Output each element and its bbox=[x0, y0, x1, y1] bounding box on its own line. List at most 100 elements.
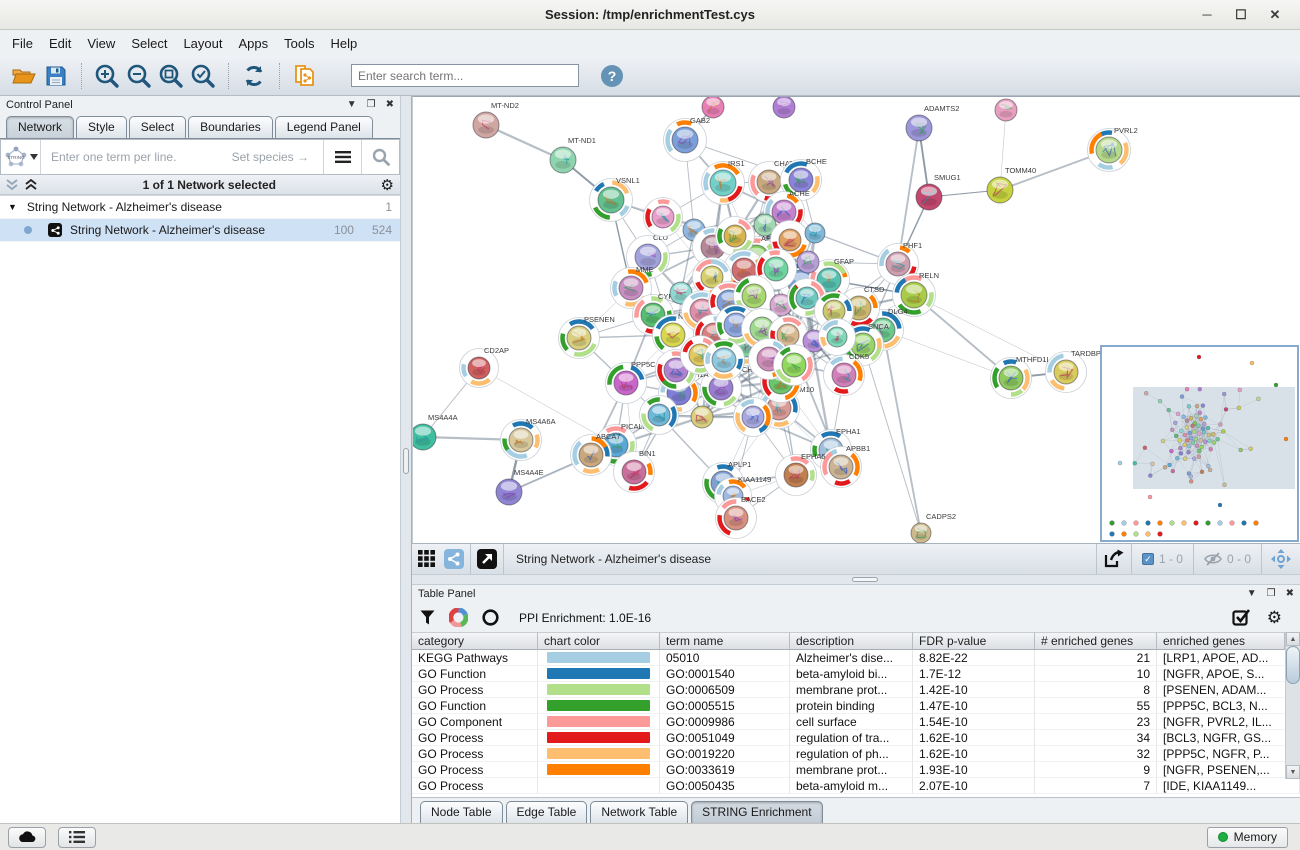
scrollbar-thumb[interactable] bbox=[1286, 646, 1300, 684]
enrichment-chart-icon[interactable] bbox=[449, 608, 468, 627]
string-protein-query-selector[interactable]: STRING bbox=[1, 140, 41, 174]
maximize-button[interactable]: ☐ bbox=[1224, 0, 1258, 30]
network-node[interactable]: MS4A6A bbox=[501, 417, 556, 461]
string-share-icon[interactable] bbox=[444, 549, 464, 569]
table-row[interactable]: GO ProcessGO:0019220regulation of ph...1… bbox=[412, 746, 1300, 762]
memory-button[interactable]: Memory bbox=[1207, 827, 1288, 848]
task-history-button[interactable] bbox=[58, 827, 96, 848]
minimize-button[interactable]: ─ bbox=[1190, 0, 1224, 30]
tab-node-table[interactable]: Node Table bbox=[420, 801, 503, 823]
network-node[interactable] bbox=[819, 319, 856, 356]
table-row[interactable]: GO ProcessGO:0050435beta-amyloid m...2.0… bbox=[412, 778, 1300, 794]
grid-view-icon[interactable] bbox=[418, 550, 436, 568]
network-node[interactable] bbox=[797, 251, 819, 273]
select-columns-icon[interactable] bbox=[1232, 608, 1251, 627]
network-node[interactable]: MT-ND1 bbox=[550, 136, 596, 173]
column-header-enriched-genes[interactable]: # enriched genes bbox=[1035, 632, 1157, 650]
scroll-up-arrow[interactable]: ▲ bbox=[1286, 632, 1300, 646]
splitter-handle[interactable] bbox=[852, 577, 878, 582]
network-row[interactable]: String Network - Alzheimer's disease 100… bbox=[0, 219, 400, 242]
network-node[interactable] bbox=[691, 406, 713, 428]
column-header-description[interactable]: description bbox=[790, 632, 913, 650]
panel-restore-icon[interactable]: ❒ bbox=[367, 100, 376, 110]
menu-tools[interactable]: Tools bbox=[276, 33, 322, 54]
network-birds-eye-view[interactable] bbox=[1100, 345, 1299, 542]
tree-expand-caret[interactable]: ▼ bbox=[8, 202, 17, 212]
save-session-button[interactable] bbox=[41, 61, 71, 91]
tab-edge-table[interactable]: Edge Table bbox=[506, 801, 588, 823]
table-row[interactable]: GO ProcessGO:0051049regulation of tra...… bbox=[412, 730, 1300, 746]
network-node[interactable] bbox=[640, 396, 679, 435]
tab-string-enrichment[interactable]: STRING Enrichment bbox=[691, 801, 822, 823]
tab-style[interactable]: Style bbox=[76, 116, 127, 138]
column-header-term-name[interactable]: term name bbox=[660, 632, 790, 650]
zoom-in-button[interactable] bbox=[92, 61, 122, 91]
automation-status-button[interactable] bbox=[8, 827, 46, 848]
network-node[interactable] bbox=[704, 340, 745, 381]
network-node[interactable]: MTHFD1L bbox=[991, 355, 1051, 399]
network-node[interactable]: CD2AP bbox=[460, 346, 510, 388]
tab-legend-panel[interactable]: Legend Panel bbox=[275, 116, 373, 138]
network-node[interactable] bbox=[995, 99, 1017, 121]
network-node[interactable] bbox=[734, 398, 773, 437]
menu-help[interactable]: Help bbox=[323, 33, 366, 54]
table-row[interactable]: GO ComponentGO:0009986cell surface1.54E-… bbox=[412, 714, 1300, 730]
menu-view[interactable]: View bbox=[79, 33, 123, 54]
table-row[interactable]: GO FunctionGO:0001540beta-amyloid bi...1… bbox=[412, 666, 1300, 682]
clone-network-button[interactable] bbox=[290, 61, 320, 91]
network-node[interactable] bbox=[774, 345, 815, 386]
network-node[interactable] bbox=[702, 97, 724, 118]
network-node[interactable]: VSNL1 bbox=[590, 176, 640, 222]
menu-select[interactable]: Select bbox=[123, 33, 175, 54]
panel-float-icon[interactable]: ▼ bbox=[347, 100, 357, 110]
network-node[interactable] bbox=[805, 223, 825, 243]
species-hint[interactable]: Set species → bbox=[232, 150, 309, 164]
column-header-FDR-p-value[interactable]: FDR p-value bbox=[913, 632, 1035, 650]
zoom-selected-button[interactable] bbox=[188, 61, 218, 91]
help-button[interactable]: ? bbox=[597, 61, 627, 91]
export-network-icon[interactable] bbox=[1103, 549, 1125, 569]
close-button[interactable]: ✕ bbox=[1258, 0, 1292, 30]
column-header-category[interactable]: category bbox=[412, 632, 538, 650]
network-node[interactable]: TOMM40 bbox=[987, 166, 1036, 203]
network-node[interactable]: TARDBP bbox=[1046, 349, 1101, 393]
scroll-down-arrow[interactable]: ▼ bbox=[1286, 765, 1300, 779]
detach-view-icon[interactable] bbox=[477, 549, 497, 569]
string-query-input[interactable]: Enter one term per line. Set species → bbox=[41, 140, 323, 174]
string-search-button[interactable] bbox=[361, 140, 399, 174]
pan-tool[interactable] bbox=[1261, 544, 1300, 574]
network-node[interactable]: PVRL2 bbox=[1088, 126, 1138, 172]
table-row[interactable]: GO FunctionGO:0005515protein binding1.47… bbox=[412, 698, 1300, 714]
horizontal-splitter[interactable] bbox=[412, 574, 1300, 584]
panel-close-icon[interactable]: ✖ bbox=[386, 100, 394, 110]
network-node[interactable]: MS4A4A bbox=[413, 413, 458, 450]
open-session-button[interactable] bbox=[9, 61, 39, 91]
filter-icon[interactable] bbox=[420, 610, 435, 625]
tab-network-table[interactable]: Network Table bbox=[590, 801, 688, 823]
table-settings-gear-icon[interactable]: ⚙ bbox=[1267, 609, 1282, 626]
column-header-enriched-genes[interactable]: enriched genes bbox=[1157, 632, 1285, 650]
network-node[interactable]: MT-ND2 bbox=[473, 101, 519, 138]
table-row[interactable]: KEGG Pathways05010Alzheimer's dise...8.8… bbox=[412, 650, 1300, 666]
zoom-out-button[interactable] bbox=[124, 61, 154, 91]
menu-file[interactable]: File bbox=[4, 33, 41, 54]
search-input[interactable] bbox=[351, 64, 579, 87]
string-options-button[interactable] bbox=[323, 140, 361, 174]
splitter-handle[interactable] bbox=[403, 448, 409, 474]
network-node[interactable]: EPHA5 bbox=[776, 452, 826, 496]
zoom-fit-button[interactable] bbox=[156, 61, 186, 91]
network-node[interactable]: PPP5C bbox=[606, 360, 657, 404]
network-options-gear-icon[interactable]: ⚙ bbox=[381, 176, 394, 194]
expand-all-icon[interactable] bbox=[25, 179, 38, 191]
network-node[interactable]: GAB2 bbox=[664, 116, 711, 162]
tab-boundaries[interactable]: Boundaries bbox=[188, 116, 273, 138]
panel-restore-icon[interactable]: ❒ bbox=[1267, 589, 1276, 599]
panel-float-icon[interactable]: ▼ bbox=[1247, 589, 1257, 599]
table-row[interactable]: GO ProcessGO:0033619membrane prot...1.93… bbox=[412, 762, 1300, 778]
minimap-viewport[interactable] bbox=[1133, 387, 1295, 489]
vertical-splitter[interactable] bbox=[400, 96, 412, 823]
refresh-button[interactable] bbox=[239, 61, 269, 91]
network-node[interactable]: MS4A4E bbox=[496, 468, 544, 505]
collapse-all-icon[interactable] bbox=[6, 179, 19, 191]
network-node[interactable]: ADAMTS2 bbox=[906, 104, 959, 141]
